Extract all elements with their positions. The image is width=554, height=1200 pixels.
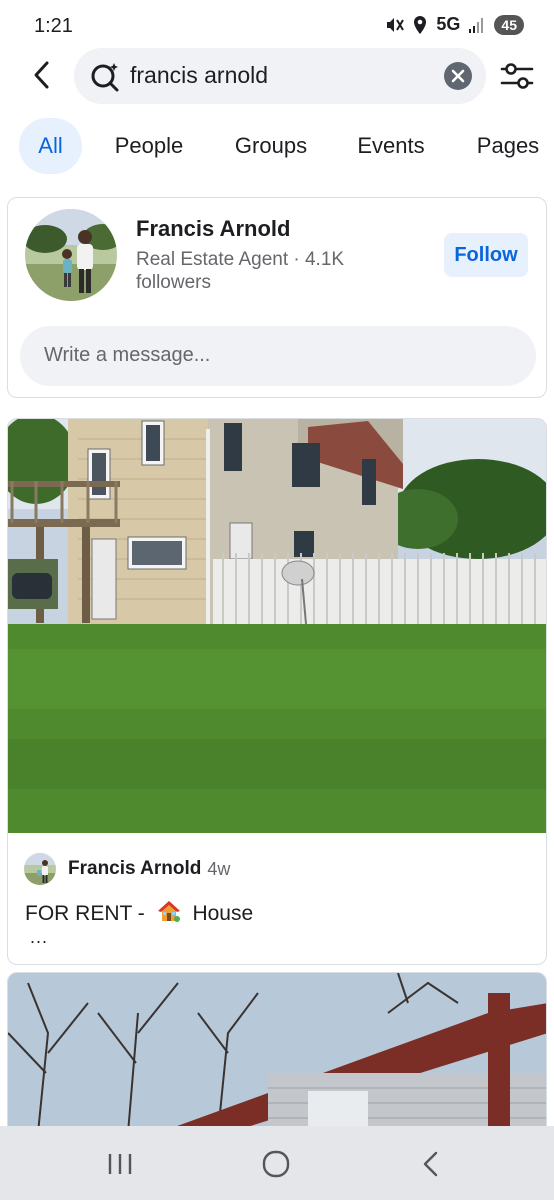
search-input[interactable]: francis arnold xyxy=(74,48,486,104)
profile-name[interactable]: Francis Arnold xyxy=(136,216,290,242)
see-more-ellipsis[interactable]: ... xyxy=(30,927,48,948)
home-icon xyxy=(262,1150,290,1178)
battery-indicator: 45 xyxy=(494,14,524,35)
back-arrow-icon xyxy=(34,61,49,89)
post-meta: Francis Arnold 4w xyxy=(24,853,230,885)
back-button[interactable] xyxy=(26,58,60,92)
post-text-prefix: FOR RENT - xyxy=(25,902,151,925)
signal-icon xyxy=(468,16,486,34)
status-bar: 1:21 5G 45 xyxy=(0,0,554,52)
post-card-2[interactable] xyxy=(7,972,547,1132)
filter-sliders-icon xyxy=(500,63,534,89)
profile-subtitle: Real Estate Agent · 4.1K followers xyxy=(136,249,345,293)
back-icon xyxy=(423,1151,438,1177)
tab-people[interactable]: People xyxy=(104,118,194,174)
system-back-button[interactable] xyxy=(412,1148,452,1180)
message-input[interactable]: Write a message... xyxy=(20,326,536,386)
follow-button[interactable]: Follow xyxy=(444,233,528,277)
post-image-2[interactable] xyxy=(8,973,547,1132)
post-author-name[interactable]: Francis Arnold xyxy=(68,858,201,880)
status-icons: 5G 45 xyxy=(384,14,524,35)
post-text: FOR RENT - House xyxy=(25,899,253,929)
house-icon xyxy=(157,899,181,929)
search-icon xyxy=(88,60,122,99)
tab-all[interactable]: All xyxy=(19,118,82,174)
clear-icon xyxy=(451,69,465,83)
message-placeholder: Write a message... xyxy=(44,344,211,366)
tab-events[interactable]: Events xyxy=(348,118,434,174)
recent-apps-icon xyxy=(108,1154,132,1174)
search-row: francis arnold xyxy=(0,48,554,104)
network-label: 5G xyxy=(436,14,461,34)
post-timestamp[interactable]: 4w xyxy=(207,859,230,880)
post-image[interactable] xyxy=(8,419,546,833)
tab-groups[interactable]: Groups xyxy=(223,118,319,174)
recent-apps-button[interactable] xyxy=(100,1148,140,1180)
system-nav-bar xyxy=(0,1126,554,1200)
filter-button[interactable] xyxy=(500,60,534,97)
tab-pages[interactable]: Pages xyxy=(466,118,550,174)
search-filter-tabs: All People Groups Events Pages xyxy=(0,118,554,174)
profile-result-card[interactable]: Francis Arnold Real Estate Agent · 4.1K … xyxy=(7,197,547,398)
clear-search-button[interactable] xyxy=(444,62,472,90)
location-icon xyxy=(412,15,428,35)
post-card[interactable]: Francis Arnold 4w FOR RENT - House ... xyxy=(7,418,547,965)
profile-avatar[interactable] xyxy=(25,209,117,301)
post-text-suffix: House xyxy=(186,902,254,925)
status-time: 1:21 xyxy=(34,15,73,37)
search-query[interactable]: francis arnold xyxy=(130,62,268,89)
home-button[interactable] xyxy=(256,1148,296,1180)
post-author-avatar[interactable] xyxy=(24,853,56,885)
mute-icon xyxy=(384,15,405,35)
